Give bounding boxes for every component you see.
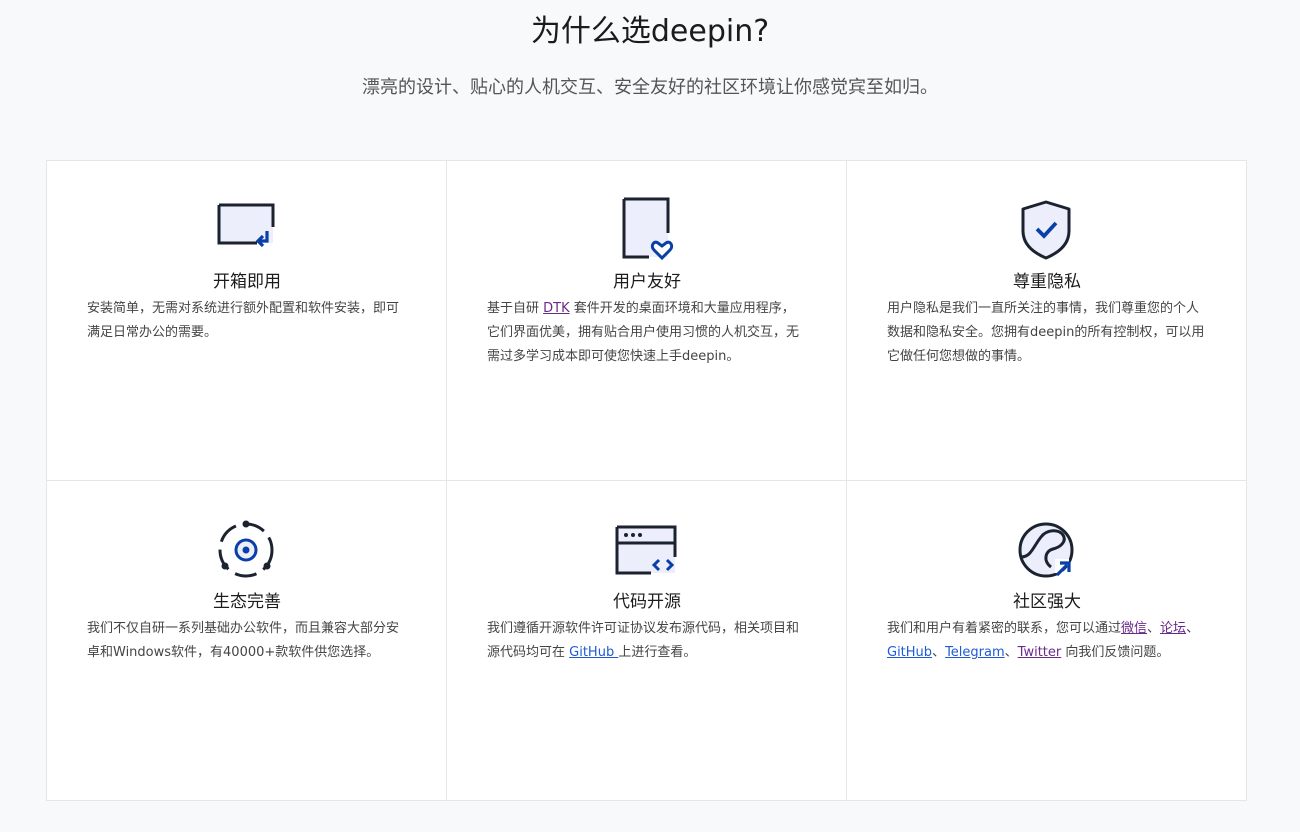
feature-description: 我们和用户有着紧密的联系，您可以通过微信、论坛、GitHub、Telegram、… <box>887 617 1205 665</box>
feature-card-privacy: 尊重隐私 用户隐私是我们一直所关注的事情，我们尊重您的个人数据和隐私安全。您拥有… <box>847 161 1247 481</box>
feature-card-out-of-box: 开箱即用 安装简单，无需对系统进行额外配置和软件安装，即可满足日常办公的需要。 <box>47 161 447 481</box>
monitor-return-icon <box>213 197 279 263</box>
features-grid: 开箱即用 安装简单，无需对系统进行额外配置和软件安装，即可满足日常办公的需要。 … <box>46 160 1247 801</box>
github-link[interactable]: GitHub <box>569 645 618 660</box>
page-subtitle: 漂亮的设计、贴心的人机交互、安全友好的社区环境让你感觉宾至如归。 <box>362 77 938 98</box>
twitter-link[interactable]: Twitter <box>1018 645 1062 660</box>
feature-title: 开箱即用 <box>213 272 281 292</box>
separator: 、 <box>932 645 946 660</box>
feature-card-open-source: 代码开源 我们遵循开源软件许可证协议发布源代码，相关项目和源代码均可在 GitH… <box>447 481 847 801</box>
github-link[interactable]: GitHub <box>887 645 932 660</box>
telegram-link[interactable]: Telegram <box>945 645 1005 660</box>
forum-link[interactable]: 论坛 <box>1160 621 1186 636</box>
shield-check-icon <box>1013 197 1079 263</box>
desc-text: 向我们反馈问题。 <box>1061 645 1170 660</box>
code-window-icon <box>613 517 679 583</box>
page-title: 为什么选deepin? <box>530 14 770 49</box>
phone-heart-icon <box>613 197 679 263</box>
feature-card-user-friendly: 用户友好 基于自研 DTK 套件开发的桌面环境和大量应用程序，它们界面优美，拥有… <box>447 161 847 481</box>
feature-title: 尊重隐私 <box>1013 272 1081 292</box>
community-globe-icon <box>1013 517 1079 583</box>
separator: 、 <box>1004 645 1018 660</box>
ecosystem-orbit-icon <box>213 517 279 583</box>
feature-description: 安装简单，无需对系统进行额外配置和软件安装，即可满足日常办公的需要。 <box>87 301 400 340</box>
separator: 、 <box>1147 621 1161 636</box>
feature-description: 我们不仅自研一系列基础办公软件，而且兼容大部分安卓和Windows软件，有400… <box>87 621 400 660</box>
feature-title: 用户友好 <box>613 272 681 292</box>
feature-title: 生态完善 <box>213 592 281 612</box>
feature-card-community: 社区强大 我们和用户有着紧密的联系，您可以通过微信、论坛、GitHub、Tele… <box>847 481 1247 801</box>
feature-description: 我们遵循开源软件许可证协议发布源代码，相关项目和源代码均可在 GitHub 上进… <box>487 617 805 665</box>
wechat-link[interactable]: 微信 <box>1121 621 1147 636</box>
desc-text: 我们和用户有着紧密的联系，您可以通过 <box>887 621 1122 636</box>
desc-text: 基于自研 <box>487 301 544 316</box>
dtk-link[interactable]: DTK <box>543 301 569 316</box>
feature-description: 基于自研 DTK 套件开发的桌面环境和大量应用程序，它们界面优美，拥有贴合用户使… <box>487 297 805 369</box>
desc-text: 上进行查看。 <box>618 645 697 660</box>
separator: 、 <box>1186 621 1200 636</box>
feature-title: 代码开源 <box>613 592 681 612</box>
feature-description: 用户隐私是我们一直所关注的事情，我们尊重您的个人数据和隐私安全。您拥有deepi… <box>887 301 1205 364</box>
feature-title: 社区强大 <box>1013 592 1081 612</box>
feature-card-ecosystem: 生态完善 我们不仅自研一系列基础办公软件，而且兼容大部分安卓和Windows软件… <box>47 481 447 801</box>
